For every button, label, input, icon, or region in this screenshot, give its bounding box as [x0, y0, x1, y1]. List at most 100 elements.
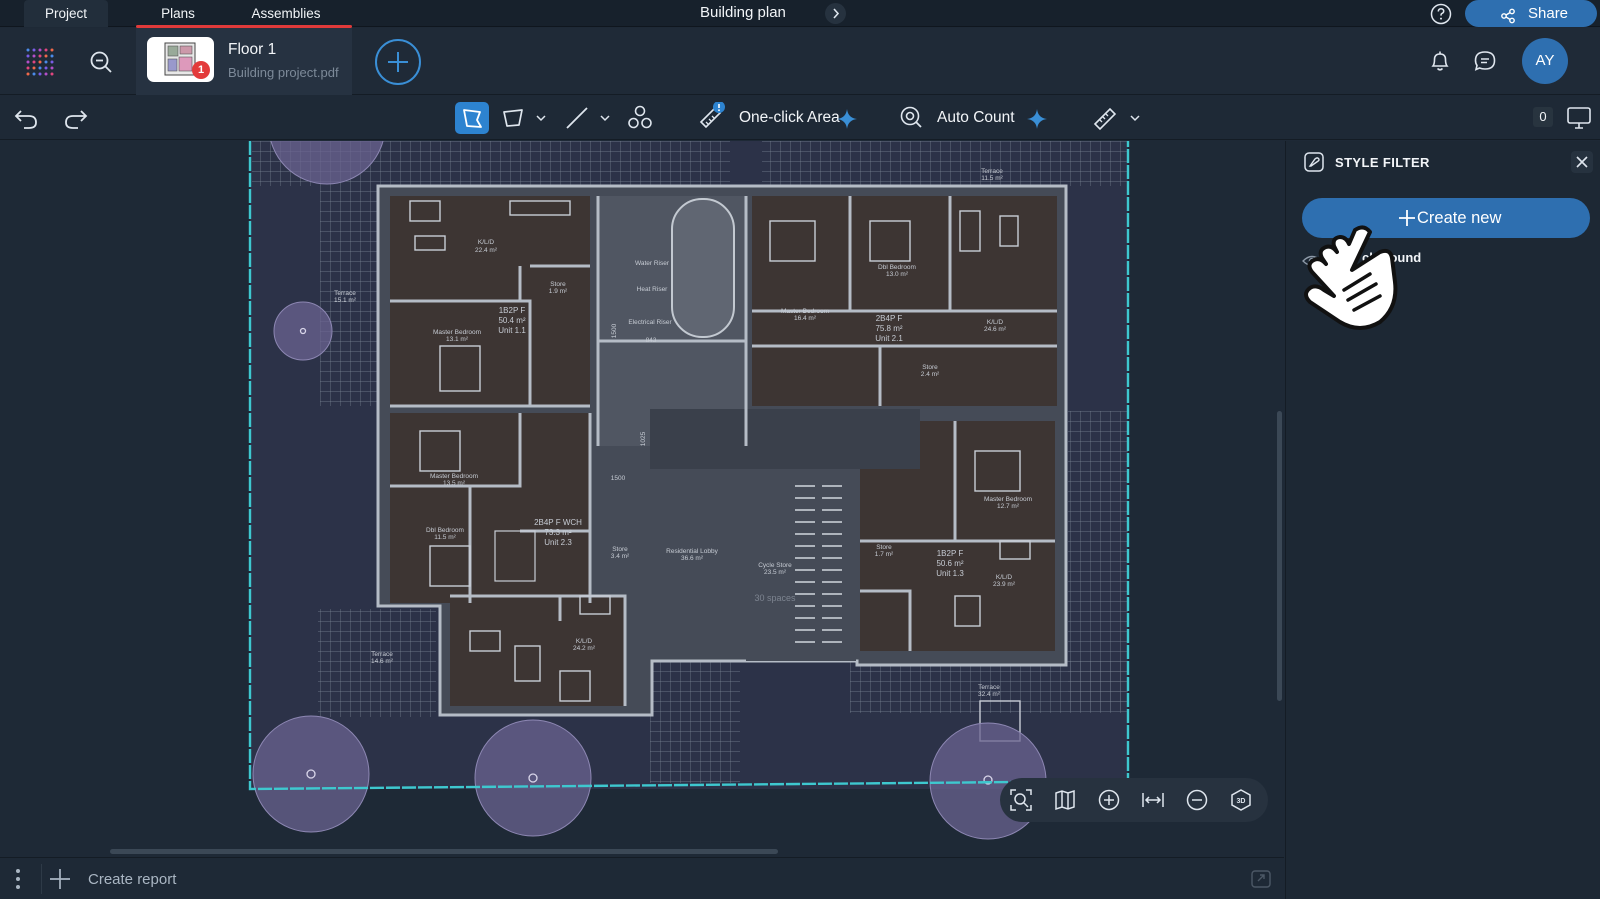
room-label: 30 spaces — [754, 593, 796, 603]
room-label: Cycle Store — [758, 562, 792, 569]
add-plan-button[interactable] — [375, 39, 421, 85]
create-new-label: Create new — [1417, 209, 1502, 227]
core-label: Water Riser — [635, 260, 670, 267]
3d-view-icon[interactable]: 3D — [1229, 788, 1253, 812]
room-area: 13.0 m² — [886, 271, 909, 278]
room-label: Master Bedroom — [781, 308, 829, 315]
chevron-right-icon[interactable] — [825, 3, 846, 24]
plus-icon[interactable] — [49, 868, 71, 890]
plan-file-bar: 1 Floor 1 Building project.pdf AY — [0, 28, 1600, 95]
room-area: 11.5 m² — [981, 175, 1003, 182]
area-tool-button[interactable] — [498, 102, 528, 134]
room-label: Store — [876, 544, 892, 551]
room-area: 36.6 m² — [681, 555, 704, 562]
vertical-scrollbar[interactable] — [1277, 411, 1282, 701]
dimension-label: 1500 — [611, 323, 618, 338]
comments-icon[interactable] — [1472, 48, 1498, 74]
unit-area: 50.4 m² — [498, 316, 525, 325]
tab-plans[interactable]: Plans — [136, 0, 220, 27]
room-area: 23.5 m² — [764, 569, 787, 576]
horizontal-scrollbar[interactable] — [110, 849, 778, 854]
room-label: Master Bedroom — [430, 473, 478, 480]
zoom-to-fit-icon[interactable] — [1009, 788, 1033, 812]
apps-grid-icon[interactable] — [24, 46, 56, 78]
view-controls: 3D — [1000, 778, 1268, 822]
plan-canvas[interactable]: K/L/D 22.4 m² 1B2P F 50.4 m² Unit 1.1 Ma… — [0, 141, 1283, 856]
chevron-down-icon[interactable] — [598, 102, 612, 134]
room-label: Residential Lobby — [666, 548, 718, 555]
room-area: 14.6 m² — [371, 658, 394, 665]
room-area: 1.9 m² — [549, 288, 568, 295]
core-label: 843 — [646, 337, 657, 344]
sparkle-icon — [837, 109, 857, 129]
unit-area: 50.6 m² — [936, 559, 963, 568]
zoom-out-icon[interactable] — [1185, 788, 1209, 812]
chevron-down-icon[interactable] — [534, 102, 548, 134]
room-area: 13.5 m² — [443, 480, 466, 487]
room-label: K/L/D — [576, 638, 593, 645]
notifications-bell-icon[interactable] — [1427, 48, 1453, 74]
room-label: Store — [550, 281, 566, 288]
room-area: 24.6 m² — [984, 326, 1007, 333]
room-label: K/L/D — [987, 319, 1004, 326]
panel-title: STYLE FILTER — [1335, 155, 1430, 170]
room-label: Terrace — [334, 290, 356, 297]
dimension-label: 1500 — [611, 475, 626, 482]
room-area: 11.5 m² — [434, 534, 456, 541]
auto-count-button[interactable]: Auto Count — [895, 102, 1060, 134]
measurement-toolbar: One-click Area Auto Count 0 — [0, 96, 1600, 140]
sparkle-icon — [1027, 109, 1047, 129]
unit-area: 75.8 m² — [875, 324, 902, 333]
room-label: Terrace — [371, 651, 393, 658]
fit-width-icon[interactable] — [1141, 788, 1165, 812]
plan-source-file: Building project.pdf — [228, 65, 339, 80]
top-tab-bar: Project Plans Assemblies Building plan S… — [0, 0, 1600, 28]
expand-panel-icon[interactable] — [1250, 868, 1272, 890]
user-avatar[interactable]: AY — [1522, 38, 1568, 84]
unit-number: Unit 2.3 — [544, 538, 572, 547]
room-area: 16.4 m² — [794, 315, 817, 322]
tab-project[interactable]: Project — [24, 0, 108, 27]
line-tool-button[interactable] — [562, 102, 592, 134]
chevron-down-icon[interactable] — [1128, 102, 1142, 134]
ruler-tool-button[interactable] — [1090, 102, 1120, 134]
room-label: Master Bedroom — [984, 496, 1032, 503]
room-area: 1.7 m² — [875, 551, 894, 558]
room-area: 2.4 m² — [921, 371, 940, 378]
plan-file-tab[interactable]: 1 Floor 1 Building project.pdf — [136, 28, 352, 95]
count-tool-button[interactable] — [624, 102, 656, 134]
redo-icon[interactable] — [62, 102, 90, 134]
zoom-in-icon[interactable] — [1097, 788, 1121, 812]
create-report-button[interactable]: Create report — [88, 871, 176, 888]
help-icon[interactable] — [1430, 3, 1452, 25]
one-click-area-button[interactable]: One-click Area — [695, 102, 875, 134]
floor-plan-drawing[interactable]: K/L/D 22.4 m² 1B2P F 50.4 m² Unit 1.1 Ma… — [0, 141, 1283, 856]
room-area: 22.4 m² — [475, 247, 498, 254]
search-plans-icon[interactable] — [88, 49, 114, 75]
report-bar: Create report — [0, 857, 1284, 899]
core-label: Heat Riser — [637, 286, 669, 293]
room-label: K/L/D — [996, 574, 1013, 581]
room-area: 15.1 m² — [334, 297, 357, 304]
divider — [41, 864, 42, 894]
close-icon[interactable] — [1571, 151, 1593, 173]
unit-area: 73.3 m² — [544, 528, 571, 537]
room-label: Dbl Bedroom — [426, 527, 464, 534]
unit-number: Unit 1.3 — [936, 569, 964, 578]
monitor-icon[interactable] — [1565, 102, 1593, 134]
auto-count-label: Auto Count — [937, 109, 1015, 126]
unit-type: 2B4P F WCH — [534, 518, 582, 527]
room-area: 23.9 m² — [993, 581, 1016, 588]
more-vertical-icon[interactable] — [14, 867, 22, 891]
polygon-tool-button[interactable] — [455, 102, 489, 134]
map-view-icon[interactable] — [1053, 788, 1077, 812]
room-area: 3.4 m² — [611, 553, 630, 560]
svg-text:3D: 3D — [1237, 798, 1246, 805]
share-button[interactable]: Share — [1465, 0, 1597, 27]
room-label: Terrace — [981, 168, 1003, 175]
undo-icon[interactable] — [12, 102, 40, 134]
tab-assemblies[interactable]: Assemblies — [220, 0, 352, 27]
document-title[interactable]: Building plan — [700, 0, 786, 27]
plan-name: Floor 1 — [228, 41, 277, 58]
room-area: 32.4 m² — [978, 691, 1001, 698]
